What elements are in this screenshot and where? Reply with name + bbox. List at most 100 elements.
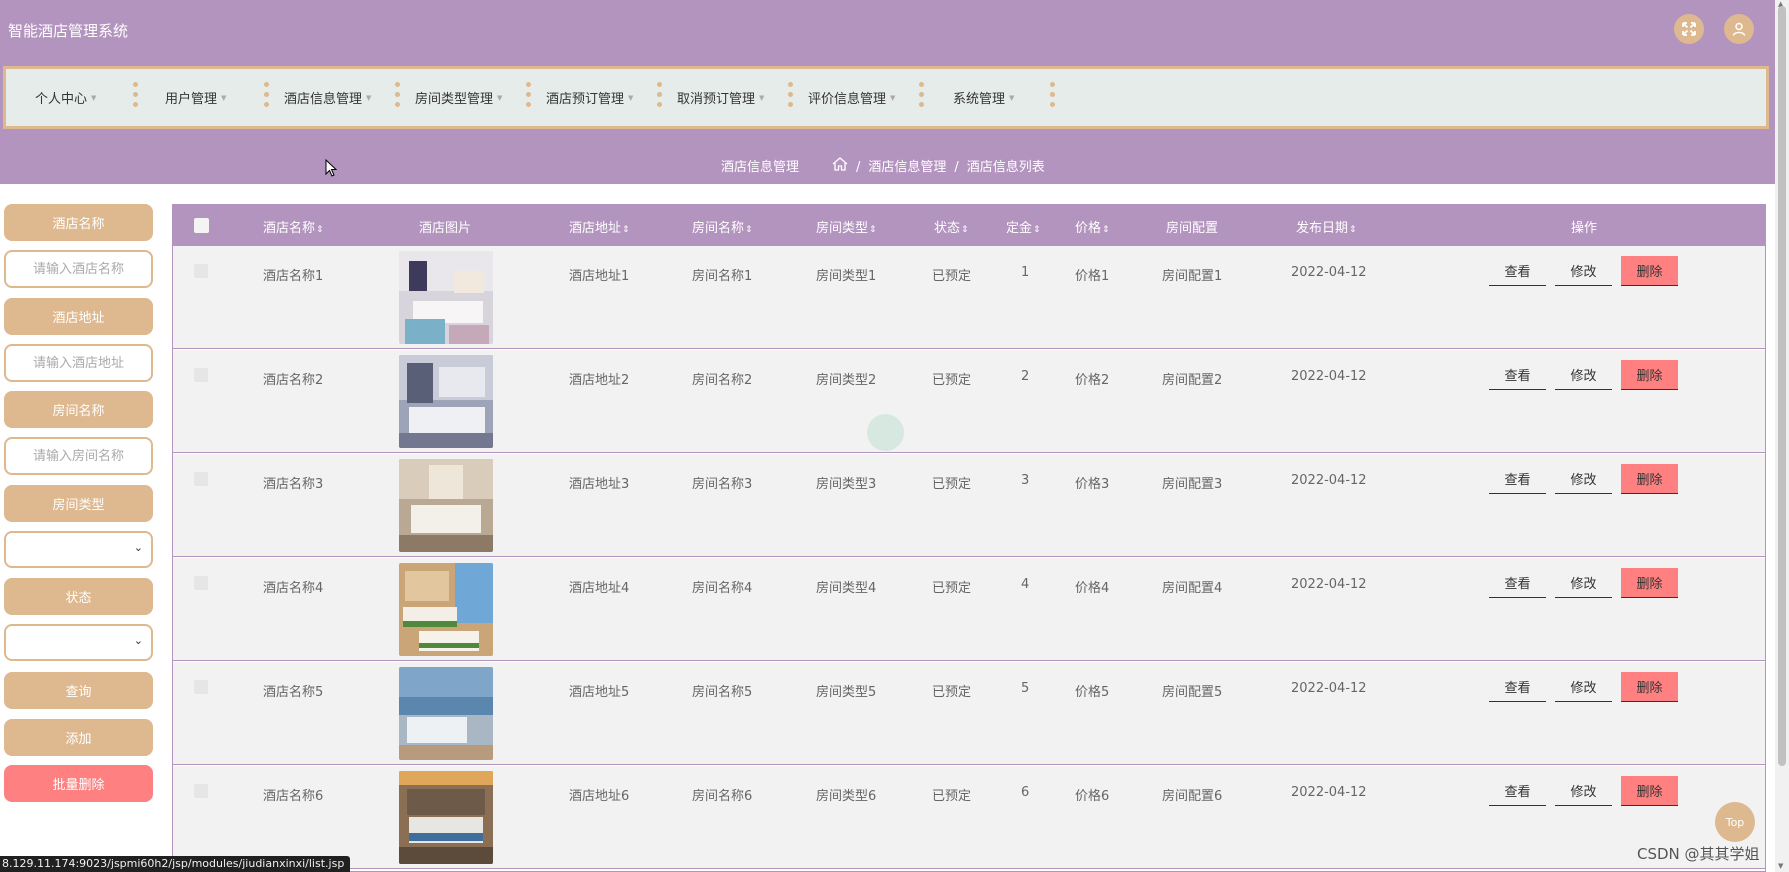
caret-down-icon: ▼ bbox=[628, 93, 634, 102]
edit-button[interactable]: 修改 bbox=[1555, 360, 1612, 390]
cell-hotel-address: 酒店地址1 bbox=[569, 269, 630, 284]
cell-room-type: 房间类型3 bbox=[816, 477, 877, 492]
scroll-down-icon[interactable]: ▼ bbox=[1778, 862, 1783, 870]
cell-status: 已预定 bbox=[932, 269, 972, 284]
user-button[interactable] bbox=[1724, 14, 1754, 44]
header-room-type[interactable]: 房间类型⇕ bbox=[816, 217, 877, 236]
cell-room-type: 房间类型4 bbox=[816, 581, 877, 596]
nav-item-system[interactable]: 系统管理 ▼ bbox=[953, 69, 1014, 126]
fullscreen-button[interactable] bbox=[1674, 14, 1704, 44]
nav-separator bbox=[1050, 82, 1055, 112]
view-button[interactable]: 查看 bbox=[1489, 568, 1546, 598]
view-button[interactable]: 查看 bbox=[1489, 464, 1546, 494]
view-button[interactable]: 查看 bbox=[1489, 256, 1546, 286]
cell-room-config: 房间配置6 bbox=[1162, 789, 1223, 804]
edit-button[interactable]: 修改 bbox=[1555, 464, 1612, 494]
cell-room-type: 房间类型6 bbox=[816, 789, 877, 804]
delete-button[interactable]: 删除 bbox=[1621, 672, 1678, 702]
delete-button[interactable]: 删除 bbox=[1621, 776, 1678, 806]
nav-separator bbox=[526, 82, 531, 112]
caret-down-icon: ▼ bbox=[890, 93, 896, 102]
delete-button[interactable]: 删除 bbox=[1621, 568, 1678, 598]
user-icon bbox=[1732, 22, 1746, 36]
app-title: 智能酒店管理系统 bbox=[8, 22, 129, 40]
view-button[interactable]: 查看 bbox=[1489, 776, 1546, 806]
edit-button[interactable]: 修改 bbox=[1555, 776, 1612, 806]
room-name-input[interactable] bbox=[4, 437, 153, 475]
nav-item-user-management[interactable]: 用户管理 ▼ bbox=[165, 69, 226, 126]
edit-button[interactable]: 修改 bbox=[1555, 568, 1612, 598]
back-to-top-button[interactable]: Top bbox=[1715, 802, 1755, 842]
nav-item-cancel-booking[interactable]: 取消预订管理 ▼ bbox=[677, 69, 764, 126]
delete-button[interactable]: 删除 bbox=[1621, 256, 1678, 286]
hotel-image[interactable] bbox=[399, 563, 493, 656]
mouse-cursor-icon bbox=[325, 159, 337, 177]
header-price[interactable]: 价格⇕ bbox=[1075, 217, 1110, 236]
main-nav: 个人中心 ▼ 用户管理 ▼ 酒店信息管理 ▼ 房间类型管理 ▼ 酒店预订管理 ▼ 取消预订… bbox=[3, 66, 1769, 129]
nav-separator bbox=[264, 82, 269, 112]
row-checkbox[interactable] bbox=[194, 368, 208, 382]
cell-publish-date: 2022-04-12 bbox=[1291, 577, 1367, 592]
row-checkbox[interactable] bbox=[194, 472, 208, 486]
cell-room-type: 房间类型1 bbox=[816, 269, 877, 284]
breadcrumb-level1[interactable]: 酒店信息管理 bbox=[868, 160, 946, 175]
hotel-address-input[interactable] bbox=[4, 344, 153, 382]
cell-hotel-name: 酒店名称6 bbox=[263, 789, 324, 804]
header-hotel-address[interactable]: 酒店地址⇕ bbox=[569, 217, 630, 236]
cell-room-name: 房间名称3 bbox=[692, 477, 753, 492]
hotel-image[interactable] bbox=[399, 771, 493, 864]
nav-separator bbox=[657, 82, 662, 112]
nav-item-room-type[interactable]: 房间类型管理 ▼ bbox=[415, 69, 502, 126]
sort-arrows-icon: ⇕ bbox=[1033, 225, 1041, 235]
cell-hotel-address: 酒店地址3 bbox=[569, 477, 630, 492]
row-checkbox[interactable] bbox=[194, 576, 208, 590]
hotel-image[interactable] bbox=[399, 459, 493, 552]
delete-button[interactable]: 删除 bbox=[1621, 360, 1678, 390]
select-all-checkbox[interactable] bbox=[194, 218, 209, 233]
room-name-label: 房间名称 bbox=[4, 391, 153, 428]
view-button[interactable]: 查看 bbox=[1489, 360, 1546, 390]
edit-button[interactable]: 修改 bbox=[1555, 672, 1612, 702]
status-select[interactable]: ⌄ bbox=[4, 624, 153, 661]
row-checkbox[interactable] bbox=[194, 784, 208, 798]
page-scrollbar[interactable]: ▲ ▼ bbox=[1775, 0, 1789, 872]
cell-room-name: 房间名称6 bbox=[692, 789, 753, 804]
nav-item-hotel-booking[interactable]: 酒店预订管理 ▼ bbox=[546, 69, 633, 126]
nav-separator bbox=[788, 82, 793, 112]
cell-deposit: 4 bbox=[1021, 577, 1030, 592]
cell-room-name: 房间名称2 bbox=[692, 373, 753, 388]
delete-button[interactable]: 删除 bbox=[1621, 464, 1678, 494]
row-checkbox[interactable] bbox=[194, 680, 208, 694]
home-icon[interactable] bbox=[832, 157, 848, 171]
caret-down-icon: ▼ bbox=[497, 93, 503, 102]
cell-status: 已预定 bbox=[932, 685, 972, 700]
view-button[interactable]: 查看 bbox=[1489, 672, 1546, 702]
status-bar-url: 8.129.11.174:9023/jspmi60h2/jsp/modules/… bbox=[0, 856, 351, 872]
table-row: 酒店名称3 酒店地址3 房间名称3 房间类型3 已预定 3 价格3 房间配置3 … bbox=[173, 454, 1765, 557]
batch-delete-button[interactable]: 批量删除 bbox=[4, 765, 153, 802]
header-hotel-name[interactable]: 酒店名称⇕ bbox=[263, 217, 324, 236]
nav-item-personal-center[interactable]: 个人中心 ▼ bbox=[35, 69, 96, 126]
scrollbar-thumb[interactable] bbox=[1778, 6, 1786, 766]
hotel-image[interactable] bbox=[399, 251, 493, 344]
add-button[interactable]: 添加 bbox=[4, 719, 153, 756]
nav-separator bbox=[919, 82, 924, 112]
nav-item-hotel-info[interactable]: 酒店信息管理 ▼ bbox=[284, 69, 371, 126]
cell-hotel-name: 酒店名称3 bbox=[263, 477, 324, 492]
hotel-image[interactable] bbox=[399, 355, 493, 448]
edit-button[interactable]: 修改 bbox=[1555, 256, 1612, 286]
header-room-name[interactable]: 房间名称⇕ bbox=[692, 217, 753, 236]
nav-item-reviews[interactable]: 评价信息管理 ▼ bbox=[808, 69, 895, 126]
page-title: 酒店信息管理 bbox=[721, 160, 800, 175]
hotel-image[interactable] bbox=[399, 667, 493, 760]
caret-down-icon: ▼ bbox=[759, 93, 765, 102]
cell-price: 价格2 bbox=[1075, 373, 1110, 388]
nav-separator bbox=[395, 82, 400, 112]
header-publish-date[interactable]: 发布日期⇕ bbox=[1296, 217, 1357, 236]
row-checkbox[interactable] bbox=[194, 264, 208, 278]
hotel-name-input[interactable] bbox=[4, 250, 153, 288]
header-deposit[interactable]: 定金⇕ bbox=[1006, 217, 1041, 236]
room-type-select[interactable]: ⌄ bbox=[4, 531, 153, 568]
search-button[interactable]: 查询 bbox=[4, 672, 153, 709]
header-status[interactable]: 状态⇕ bbox=[934, 217, 969, 236]
